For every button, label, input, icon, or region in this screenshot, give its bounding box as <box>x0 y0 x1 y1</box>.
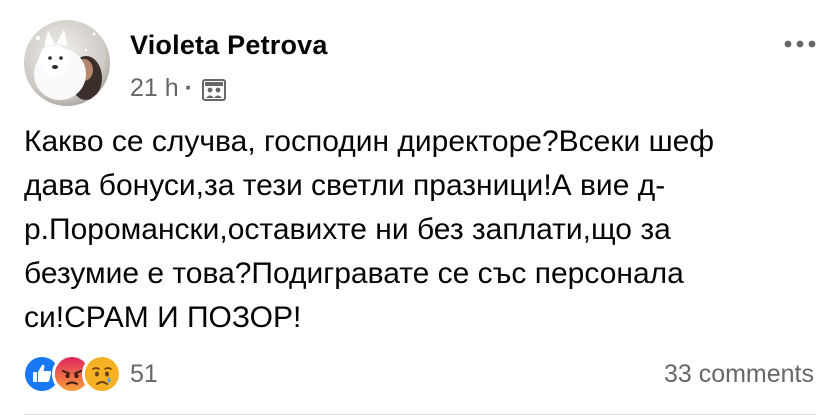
post-text: Какво се случва, господин директоре?Всек… <box>24 125 714 334</box>
comments-count-link[interactable]: 33 comments <box>664 360 814 389</box>
meta-separator: · <box>184 74 193 102</box>
avatar[interactable] <box>24 20 110 106</box>
more-horizontal-icon[interactable] <box>780 34 820 54</box>
footer-divider <box>24 414 816 415</box>
friends-group-icon[interactable] <box>201 77 227 103</box>
facebook-post: Violeta Petrova 21 h · Какво се случва, … <box>0 0 840 420</box>
reactions-summary[interactable]: 51 <box>22 354 158 394</box>
sad-icon <box>82 354 122 394</box>
post-timestamp[interactable]: 21 h <box>130 74 179 103</box>
avatar-photo <box>24 20 110 106</box>
post-meta: 21 h · <box>130 74 227 103</box>
author-name[interactable]: Violeta Petrova <box>130 30 328 61</box>
reaction-count: 51 <box>130 359 158 388</box>
